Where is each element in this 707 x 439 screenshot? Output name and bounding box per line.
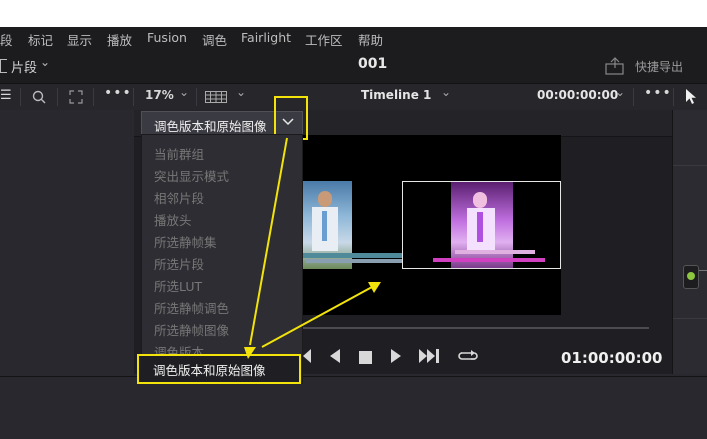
annotation-arrows: [244, 137, 381, 359]
app-window: 段 标记 显示 播放 Fusion 调色 Fairlight 工作区 帮助 片段…: [0, 27, 707, 439]
